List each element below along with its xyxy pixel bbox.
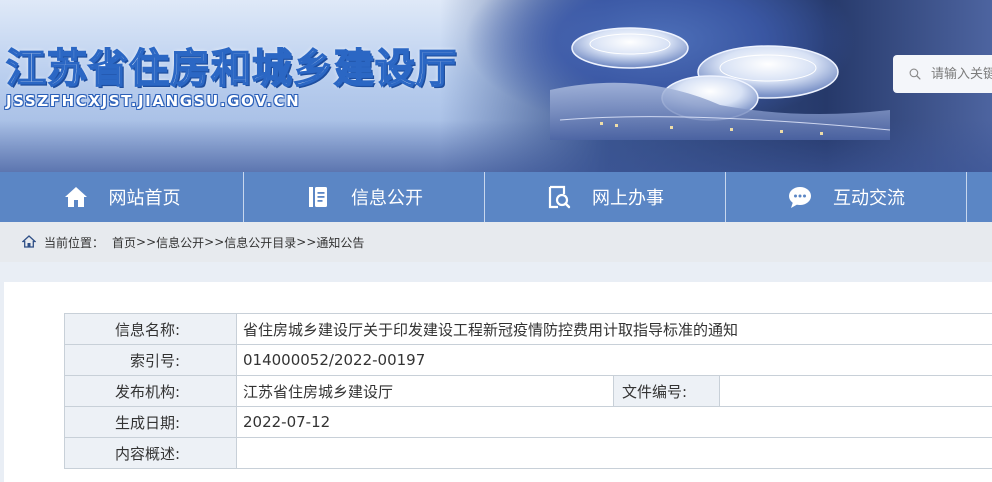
nav-item-label: 互动交流 — [833, 188, 905, 209]
nav-item-online-services[interactable]: 网上办事 — [485, 172, 726, 222]
table-row: 索引号: 014000052/2022-00197 — [64, 344, 992, 376]
breadcrumb-separator: >> — [136, 235, 157, 249]
row-label-publisher: 发布机构: — [64, 375, 237, 407]
row-label-document-number: 文件编号: — [613, 375, 720, 407]
main-nav: 网站首页 信息公开 网上办事 互动交流 — [0, 172, 992, 222]
row-value-publisher: 江苏省住房城乡建设厅 — [236, 375, 614, 407]
stadium-illustration — [550, 27, 891, 140]
breadcrumb-separator: >> — [296, 235, 317, 249]
table-row: 发布机构: 江苏省住房城乡建设厅 文件编号: — [64, 375, 992, 407]
site-title: 江苏省住房和城乡建设厅 — [5, 45, 457, 93]
search-document-icon — [548, 185, 571, 209]
row-value-document-number — [719, 375, 992, 407]
search-box[interactable] — [893, 55, 992, 93]
row-value-summary — [236, 437, 992, 469]
info-table: 信息名称: 省住房城乡建设厅关于印发建设工程新冠疫情防控费用计取指导标准的通知 … — [64, 313, 992, 469]
row-label-summary: 内容概述: — [64, 437, 237, 469]
row-value-creation-date: 2022-07-12 — [236, 406, 992, 438]
table-row: 内容概述: — [64, 437, 992, 469]
row-label-index-number: 索引号: — [64, 344, 237, 376]
site-url: JSSZFHCXJST.JIANGSU.GOV.CN — [6, 92, 301, 110]
header-banner: 江苏省住房和城乡建设厅 JSSZFHCXJST.JIANGSU.GOV.CN — [0, 0, 992, 172]
nav-item-interaction[interactable]: 互动交流 — [726, 172, 967, 222]
breadcrumb-item-notices[interactable]: 通知公告 — [316, 234, 364, 251]
page: 江苏省住房和城乡建设厅 JSSZFHCXJST.JIANGSU.GOV.CN 网… — [0, 0, 992, 482]
chat-bubble-icon — [789, 187, 811, 208]
home-icon — [22, 235, 36, 248]
search-icon[interactable] — [909, 63, 921, 85]
row-value-info-name: 省住房城乡建设厅关于印发建设工程新冠疫情防控费用计取指导标准的通知 — [236, 313, 992, 345]
breadcrumb: 当前位置： 首页 >> 信息公开 >> 信息公开目录 >> 通知公告 — [0, 222, 992, 262]
breadcrumb-item-info-catalog[interactable]: 信息公开目录 — [224, 234, 296, 251]
nav-item-label: 网站首页 — [108, 188, 181, 209]
nav-item-home[interactable]: 网站首页 — [0, 172, 244, 222]
row-label-info-name: 信息名称: — [64, 313, 237, 345]
row-value-index-number: 014000052/2022-00197 — [236, 344, 992, 376]
nav-item-info-disclosure[interactable]: 信息公开 — [244, 172, 485, 222]
breadcrumb-separator: >> — [204, 235, 225, 249]
table-row: 生成日期: 2022-07-12 — [64, 406, 992, 438]
breadcrumb-item-info-disclosure[interactable]: 信息公开 — [156, 234, 204, 251]
row-label-creation-date: 生成日期: — [64, 406, 237, 438]
nav-item-label: 网上办事 — [592, 188, 664, 209]
nav-item-label: 信息公开 — [351, 188, 423, 209]
content-panel: 信息名称: 省住房城乡建设厅关于印发建设工程新冠疫情防控费用计取指导标准的通知 … — [4, 282, 992, 482]
search-input[interactable] — [929, 65, 992, 83]
breadcrumb-item-home[interactable]: 首页 — [112, 234, 136, 251]
home-icon — [64, 187, 87, 207]
table-row: 信息名称: 省住房城乡建设厅关于印发建设工程新冠疫情防控费用计取指导标准的通知 — [64, 313, 992, 345]
breadcrumb-label: 当前位置： — [44, 235, 105, 250]
document-icon — [309, 187, 327, 207]
